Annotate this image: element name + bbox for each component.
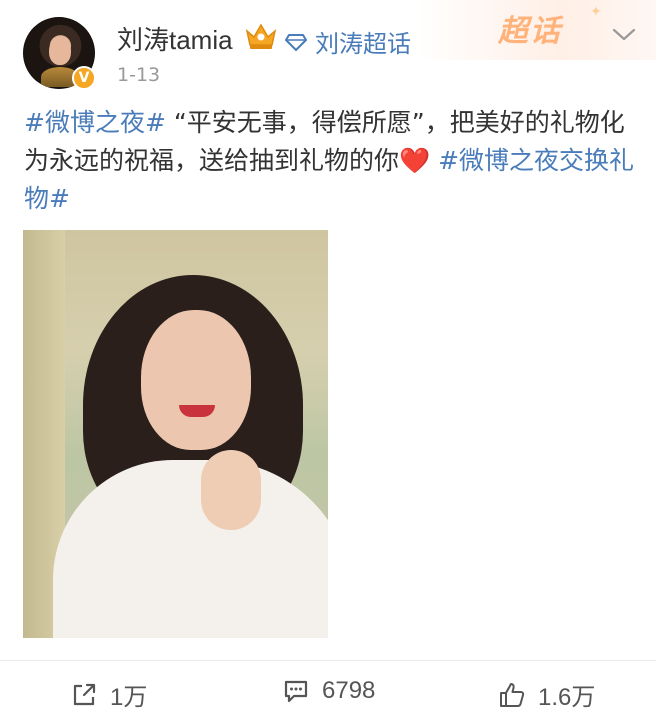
post-header: V 刘涛tamia 刘涛超话 1-13 超话 ✦ [0, 0, 656, 110]
image-hands [201, 450, 261, 530]
diamond-icon [285, 33, 307, 51]
comment-icon [284, 680, 308, 703]
repost-icon [73, 683, 96, 705]
repost-count: 1万 [110, 684, 148, 711]
sparkle-icon: ✦ [590, 4, 602, 20]
post-timestamp: 1-13 [117, 64, 161, 86]
verified-badge-icon: V [72, 66, 96, 90]
action-bar: 1万 6798 1.6万 [0, 660, 656, 717]
topic-link[interactable]: #微博之夜# [24, 108, 166, 137]
like-count: 1.6万 [538, 684, 596, 711]
comment-button[interactable]: 6798 [282, 677, 375, 705]
like-icon [500, 682, 525, 707]
crown-icon[interactable] [244, 21, 278, 51]
chaohua-logo[interactable]: 超话 [498, 6, 598, 50]
post-body: #微博之夜# “平安无事，得偿所愿”，把美好的礼物化为永远的祝福，送给抽到礼物的… [24, 104, 636, 218]
image-face [141, 310, 251, 450]
heart-emoji: ❤️ [399, 146, 431, 175]
username[interactable]: 刘涛tamia [117, 20, 233, 57]
post-image[interactable] [23, 230, 328, 638]
image-shirt [53, 460, 328, 638]
like-button[interactable]: 1.6万 [498, 677, 595, 712]
repost-button[interactable]: 1万 [70, 677, 147, 712]
comment-count: 6798 [322, 677, 376, 704]
chaohua-link-label: 刘涛超话 [315, 30, 411, 58]
chaohua-link[interactable]: 刘涛超话 [285, 24, 411, 59]
avatar-face [49, 37, 71, 65]
chevron-down-icon[interactable] [610, 24, 638, 44]
